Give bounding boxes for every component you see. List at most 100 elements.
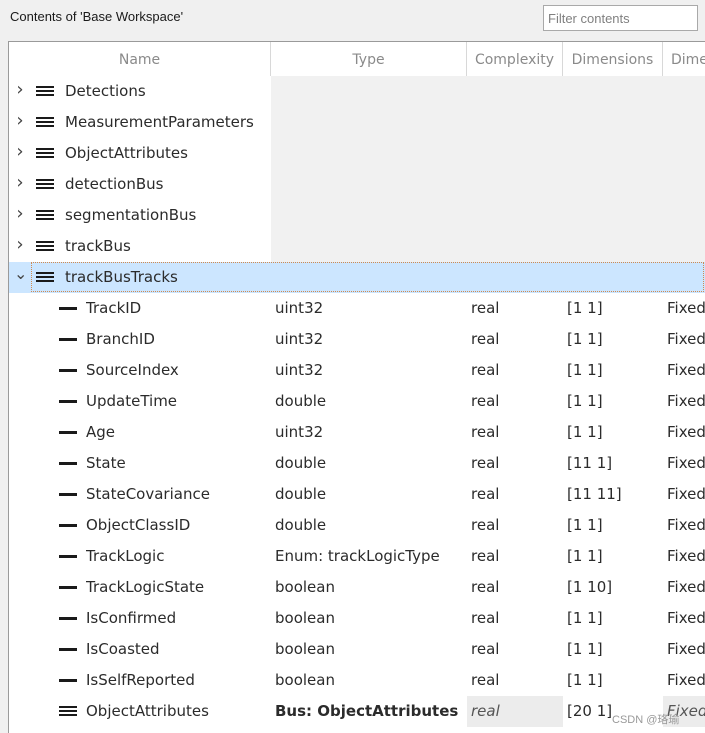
column-header-type[interactable]: Type [271, 42, 467, 76]
cell-complexity: real [471, 423, 500, 441]
table-row[interactable]: StateCovariance double real [11 11] Fixed [9, 479, 705, 510]
cell-dimensions: [1 1] [567, 640, 603, 658]
cell-complexity: real [471, 640, 500, 658]
bus-icon [36, 179, 54, 190]
workspace-toolbar: Contents of 'Base Workspace' Filter cont… [0, 0, 705, 41]
cell-dimension-mode: Fixed [667, 392, 705, 410]
cell-dimension-mode: Fixed [667, 485, 705, 503]
column-header-dimension-mode[interactable]: Dime [663, 42, 705, 76]
cell-dimension-mode: Fixed [667, 330, 705, 348]
cell-name: BranchID [86, 330, 155, 348]
bus-element-icon [59, 679, 77, 682]
cell-complexity: real [471, 485, 500, 503]
expand-chevron-icon[interactable]: › [14, 79, 26, 100]
cell-name: Detections [65, 82, 146, 100]
cell-name: SourceIndex [86, 361, 179, 379]
table-row[interactable]: TrackID uint32 real [1 1] Fixed [9, 293, 705, 324]
cell-dimensions: [1 1] [567, 299, 603, 317]
workspace-table: Name Type Complexity Dimensions Dime › De… [8, 41, 705, 733]
cell-dimension-mode: Fixed [667, 609, 705, 627]
bus-element-icon [59, 369, 77, 372]
cell-name: ObjectAttributes [86, 702, 209, 720]
bus-element-icon [59, 524, 77, 527]
expand-chevron-icon[interactable]: › [14, 110, 26, 131]
cell-dimensions: [1 1] [567, 423, 603, 441]
cell-type: uint32 [275, 299, 324, 317]
table-row[interactable]: ⌄ trackBusTracks [9, 262, 705, 293]
cell-dimensions: [1 1] [567, 516, 603, 534]
bus-element-icon [59, 338, 77, 341]
cell-name: TrackID [86, 299, 142, 317]
cell-name: trackBus [65, 237, 131, 255]
bus-icon [36, 86, 54, 97]
expand-chevron-icon[interactable]: › [14, 172, 26, 193]
table-row[interactable]: UpdateTime double real [1 1] Fixed [9, 386, 705, 417]
cell-type: uint32 [275, 361, 324, 379]
table-row[interactable]: › detectionBus [9, 169, 705, 200]
cell-name: IsCoasted [86, 640, 160, 658]
bus-icon [36, 210, 54, 221]
table-row[interactable]: State double real [11 1] Fixed [9, 448, 705, 479]
bus-icon [36, 148, 54, 159]
cell-dimension-mode: Fixed [667, 547, 705, 565]
cell-complexity: real [471, 578, 500, 596]
column-header-dimensions[interactable]: Dimensions [563, 42, 663, 76]
cell-name: trackBusTracks [65, 268, 178, 286]
table-row[interactable]: › segmentationBus [9, 200, 705, 231]
cell-type: double [275, 454, 327, 472]
table-row[interactable]: IsSelfReported boolean real [1 1] Fixed [9, 665, 705, 696]
window-title: Contents of 'Base Workspace' [10, 9, 184, 24]
table-row[interactable]: IsCoasted boolean real [1 1] Fixed [9, 634, 705, 665]
table-row[interactable]: SourceIndex uint32 real [1 1] Fixed [9, 355, 705, 386]
bus-element-icon [59, 648, 77, 651]
filter-input[interactable]: Filter contents [543, 5, 698, 31]
cell-type: boolean [275, 671, 335, 689]
cell-name: segmentationBus [65, 206, 197, 224]
table-row[interactable]: IsConfirmed boolean real [1 1] Fixed [9, 603, 705, 634]
cell-dimensions: [1 1] [567, 547, 603, 565]
bus-element-icon [59, 555, 77, 558]
cell-dimensions: [1 1] [567, 330, 603, 348]
bus-icon [36, 272, 54, 283]
table-row[interactable]: ObjectAttributes Bus: ObjectAttributes rea… [9, 696, 705, 727]
expand-chevron-icon[interactable]: › [14, 141, 26, 162]
collapse-chevron-icon[interactable]: ⌄ [14, 264, 27, 283]
table-row[interactable]: Age uint32 real [1 1] Fixed [9, 417, 705, 448]
cell-name: detectionBus [65, 175, 164, 193]
cell-name: IsSelfReported [86, 671, 195, 689]
table-row[interactable]: ObjectClassID double real [1 1] Fixed [9, 510, 705, 541]
table-row[interactable]: BranchID uint32 real [1 1] Fixed [9, 324, 705, 355]
table-row[interactable]: › Detections [9, 76, 705, 107]
cell-dimension-mode: Fixed [667, 640, 705, 658]
column-header-complexity[interactable]: Complexity [467, 42, 563, 76]
cell-dimension-mode: Fixed [667, 671, 705, 689]
bus-element-icon [59, 586, 77, 589]
cell-name: Age [86, 423, 116, 441]
cell-name: IsConfirmed [86, 609, 177, 627]
bus-element-icon [59, 462, 77, 465]
table-row[interactable]: › ObjectAttributes [9, 138, 705, 169]
cell-name: StateCovariance [86, 485, 210, 503]
expand-chevron-icon[interactable]: › [14, 234, 26, 255]
cell-name: ObjectAttributes [65, 144, 188, 162]
column-header-name[interactable]: Name [9, 42, 271, 76]
table-row[interactable]: › MeasurementParameters [9, 107, 705, 138]
cell-dimensions: [1 10] [567, 578, 613, 596]
bus-icon [36, 241, 54, 252]
cell-complexity: real [471, 454, 500, 472]
cell-dimensions: [1 1] [567, 671, 603, 689]
cell-dimensions: [11 1] [567, 454, 613, 472]
cell-type: uint32 [275, 330, 324, 348]
cell-complexity: real [471, 609, 500, 627]
cell-complexity: real [471, 299, 500, 317]
cell-dimensions: [1 1] [567, 392, 603, 410]
cell-complexity: real [471, 392, 500, 410]
cell-type: boolean [275, 609, 335, 627]
table-row[interactable]: TrackLogic Enum: trackLogicType real [1 1] F… [9, 541, 705, 572]
expand-chevron-icon[interactable]: › [14, 203, 26, 224]
cell-name: State [86, 454, 126, 472]
table-row[interactable]: TrackLogicState boolean real [1 10] Fixed [9, 572, 705, 603]
cell-dimension-mode: Fixed [667, 361, 705, 379]
cell-type: Enum: trackLogicType [275, 547, 440, 565]
table-row[interactable]: › trackBus [9, 231, 705, 262]
